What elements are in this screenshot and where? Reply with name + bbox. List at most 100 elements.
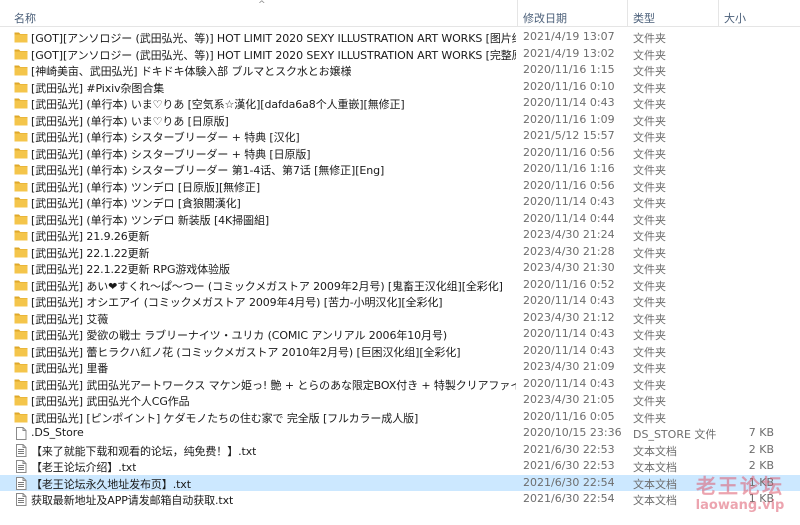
file-row[interactable]: 【老王论坛介绍】.txt 2021/6/30 22:53 文本文档 2 KB: [0, 458, 800, 475]
folder-icon: [14, 411, 28, 423]
modified-date: 2021/4/19 13:07: [523, 30, 615, 43]
modified-date: 2023/4/30 21:09: [523, 360, 615, 373]
modified-date: 2020/11/14 0:43: [523, 376, 615, 390]
file-name: [武田弘光] (单行本) ツンデロ 新装版 [4K掃圖組]: [31, 213, 270, 227]
folder-row[interactable]: [GOT][アンソロジー (武田弘光、等)] HOT LIMIT 2020 SE…: [0, 46, 800, 63]
folder-icon: [14, 229, 28, 241]
folder-row[interactable]: [武田弘光] 21.9.26更新 2023/4/30 21:24 文件夹: [0, 227, 800, 244]
column-header-size[interactable]: 大小: [724, 10, 746, 26]
folder-row[interactable]: [武田弘光] (单行本) ツンデロ [日原版][無修正] 2020/11/16 0…: [0, 178, 800, 195]
modified-date: 2020/11/14 0:43: [523, 294, 615, 307]
folder-row[interactable]: [武田弘光] (单行本) いま♡りあ [日原版] 2020/11/16 1:09 文…: [0, 112, 800, 129]
sort-ascending-icon: ^: [258, 0, 266, 10]
file-name: [神崎美亩、武田弘光] ドキドキ体験入部 ブルマとスク水とお嬢様: [31, 65, 352, 78]
file-name: [武田弘光] 愛欲の戦士 ラブリーナイツ・ユリカ (COMIC アンリアル 20…: [31, 329, 448, 342]
text-file-icon: [14, 460, 28, 473]
folder-row[interactable]: [武田弘光] オシエアイ (コミックメガストア 2009年4月号) [苦力-小明…: [0, 293, 800, 310]
folder-icon: [14, 97, 28, 109]
folder-icon: [14, 394, 28, 406]
column-divider[interactable]: [718, 0, 719, 26]
column-header-name[interactable]: 名称: [14, 10, 36, 26]
file-type: 文本文档: [633, 477, 677, 491]
folder-icon: [14, 361, 28, 373]
modified-date: 2020/11/16 0:52: [523, 277, 615, 291]
file-size: 2 KB: [748, 442, 774, 456]
file-icon: [14, 427, 28, 440]
column-header-type[interactable]: 类型: [633, 10, 655, 26]
column-header-date[interactable]: 修改日期: [523, 10, 567, 26]
file-type: 文件夹: [633, 98, 666, 111]
folder-row[interactable]: [武田弘光] 22.1.22更新 2023/4/30 21:28 文件夹: [0, 244, 800, 261]
folder-row[interactable]: [武田弘光] (单行本) シスターブリーダー + 特典 [汉化] 2021/5/1…: [0, 128, 800, 145]
file-type: 文件夹: [633, 213, 666, 227]
file-list: [GOT][アンソロジー (武田弘光、等)] HOT LIMIT 2020 SE…: [0, 29, 800, 508]
modified-date: 2021/6/30 22:54: [523, 492, 615, 505]
modified-date: 2020/11/14 0:43: [523, 327, 615, 340]
folder-icon: [14, 378, 28, 390]
folder-icon: [14, 246, 28, 258]
folder-row[interactable]: [神崎美亩、武田弘光] ドキドキ体験入部 ブルマとスク水とお嬢様 2020/11/…: [0, 62, 800, 79]
modified-date: 2023/4/30 21:28: [523, 244, 615, 258]
column-header: ^ 名称 修改日期 类型 大小: [0, 0, 800, 27]
text-file-icon: [14, 476, 28, 490]
text-file-icon: [14, 493, 28, 506]
file-type: 文件夹: [633, 197, 666, 210]
file-type: 文本文档: [633, 461, 677, 474]
file-name: [武田弘光] (单行本) ツンデロ [日原版][無修正]: [31, 180, 261, 194]
file-type: 文件夹: [633, 180, 666, 194]
column-divider[interactable]: [627, 0, 628, 26]
file-size: 1 KB: [748, 475, 774, 489]
folder-icon: [14, 130, 28, 142]
folder-row[interactable]: [武田弘光] 武田弘光アートワークス マケン姫っ! 艶 + とらのあな限定BOX…: [0, 376, 800, 393]
file-size: 7 KB: [748, 426, 774, 439]
folder-row[interactable]: [武田弘光] 愛欲の戦士 ラブリーナイツ・ユリカ (COMIC アンリアル 20…: [0, 326, 800, 343]
folder-row[interactable]: [武田弘光] #Pixiv杂图合集 2020/11/16 0:10 文件夹: [0, 79, 800, 96]
folder-row[interactable]: [武田弘光] 22.1.22更新 RPG游戏体验版 2023/4/30 21:30…: [0, 260, 800, 277]
folder-row[interactable]: [武田弘光] あい❤すくれ～ぱ～つー (コミックメガストア 2009年2月号) …: [0, 277, 800, 294]
modified-date: 2021/6/30 22:54: [523, 475, 615, 489]
file-name: [武田弘光] (单行本) シスターブリーダー + 特典 [日原版]: [31, 147, 311, 161]
folder-icon: [14, 312, 28, 324]
file-name: [武田弘光] [ピンポイント] ケダモノたちの住む家で 完全版 [フルカラー成人…: [31, 411, 419, 425]
file-type: 文件夹: [633, 131, 666, 144]
modified-date: 2021/6/30 22:53: [523, 442, 615, 456]
modified-date: 2020/11/16 1:15: [523, 63, 615, 76]
folder-icon: [14, 279, 28, 291]
file-row[interactable]: 【老王论坛永久地址发布页】.txt 2021/6/30 22:54 文本文档 1 KB: [0, 474, 800, 491]
file-name: [武田弘光] 22.1.22更新 RPG游戏体验版: [31, 263, 230, 276]
file-name: [武田弘光] (单行本) いま♡りあ [日原版]: [31, 114, 229, 128]
file-row[interactable]: .DS_Store 2020/10/15 23:36 DS_STORE 文件 7 KB: [0, 425, 800, 442]
modified-date: 2020/11/16 1:16: [523, 162, 615, 175]
file-type: 文件夹: [633, 395, 666, 408]
modified-date: 2020/11/16 0:56: [523, 145, 615, 159]
folder-row[interactable]: [GOT][アンソロジー (武田弘光、等)] HOT LIMIT 2020 SE…: [0, 29, 800, 46]
folder-row[interactable]: [武田弘光] 武田弘光个人CG作品 2023/4/30 21:05 文件夹: [0, 392, 800, 409]
file-type: DS_STORE 文件: [633, 428, 717, 441]
folder-row[interactable]: [武田弘光] (单行本) ツンデロ 新装版 [4K掃圖組] 2020/11/14 …: [0, 211, 800, 228]
file-size: 2 KB: [748, 459, 774, 472]
folder-row[interactable]: [武田弘光] (单行本) シスターブリーダー + 特典 [日原版] 2020/11…: [0, 145, 800, 162]
file-name: [武田弘光] 里番: [31, 362, 109, 375]
folder-icon: [14, 262, 28, 274]
file-type: 文件夹: [633, 164, 666, 177]
folder-row[interactable]: [武田弘光] [ピンポイント] ケダモノたちの住む家で 完全版 [フルカラー成人…: [0, 409, 800, 426]
file-row[interactable]: 【来了就能下载和观看的论坛，纯免费！】.txt 2021/6/30 22:53 文本…: [0, 442, 800, 459]
folder-row[interactable]: [武田弘光] (单行本) いま♡りあ [空気系☆漢化][dafda6a8个人重嵌…: [0, 95, 800, 112]
file-name: [武田弘光] (单行本) シスターブリーダー + 特典 [汉化]: [31, 131, 300, 144]
file-row[interactable]: 获取最新地址及APP请发邮箱自动获取.txt 2021/6/30 22:54 文本文…: [0, 491, 800, 508]
file-name: 获取最新地址及APP请发邮箱自动获取.txt: [31, 494, 234, 507]
folder-row[interactable]: [武田弘光] 艾薇 2023/4/30 21:12 文件夹: [0, 310, 800, 327]
file-type: 文件夹: [633, 296, 666, 309]
folder-icon: [14, 213, 28, 225]
file-type: 文件夹: [633, 32, 666, 45]
folder-row[interactable]: [武田弘光] 蕾ヒラクハ紅ノ花 (コミックメガストア 2010年2月号) [巨困…: [0, 343, 800, 360]
folder-row[interactable]: [武田弘光] (单行本) ツンデロ [貪狼閣漢化] 2020/11/14 0:43…: [0, 194, 800, 211]
file-name: 【来了就能下载和观看的论坛，纯免费！】.txt: [31, 444, 257, 458]
folder-row[interactable]: [武田弘光] (单行本) シスターブリーダー 第1-4话、第7话 [無修正][E…: [0, 161, 800, 178]
file-type: 文件夹: [633, 65, 666, 78]
folder-row[interactable]: [武田弘光] 里番 2023/4/30 21:09 文件夹: [0, 359, 800, 376]
modified-date: 2023/4/30 21:30: [523, 261, 615, 274]
column-divider[interactable]: [517, 0, 518, 26]
file-name: [武田弘光] あい❤すくれ～ぱ～つー (コミックメガストア 2009年2月号) …: [31, 279, 503, 293]
file-type: 文件夹: [633, 246, 666, 260]
